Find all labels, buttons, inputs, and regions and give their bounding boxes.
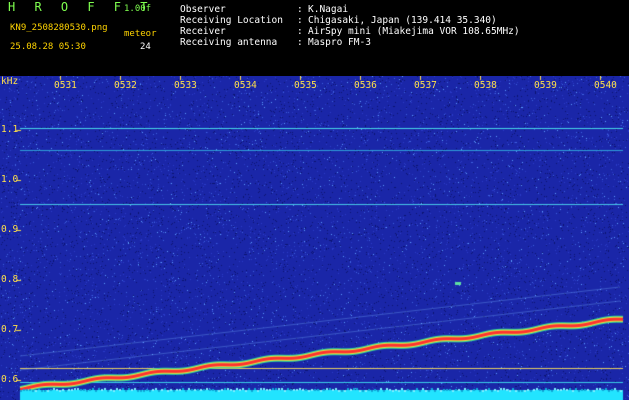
spectrogram-canvas (0, 76, 629, 400)
mode-label: meteor (124, 29, 157, 39)
y-tick-label: 0.6 (1, 374, 19, 385)
info-receiver-value: AirSpy mini (Miakejima VOR 108.65MHz) (308, 26, 520, 37)
y-tick-label: 0.8 (1, 274, 19, 285)
time-tick-label: 0537 (414, 80, 437, 91)
y-tick-label: 1.1 (1, 124, 19, 135)
time-tick-label: 0536 (354, 80, 377, 91)
file-name: KN9_2508280530.png (10, 23, 108, 33)
mode-value: 24 (140, 42, 151, 52)
info-observer-label: Observer (180, 4, 226, 15)
time-tick-label: 0531 (54, 80, 77, 91)
info-colon: : (297, 15, 303, 26)
info-antenna-label: Receiving antenna (180, 37, 278, 48)
info-colon: : (297, 4, 303, 15)
y-tick-label: 1.0 (1, 174, 19, 185)
time-tick-label: 0535 (294, 80, 317, 91)
header-panel: H R O F F T 1.00f KN9_2508280530.png met… (0, 0, 629, 76)
info-colon: : (297, 26, 303, 37)
info-colon: : (297, 37, 303, 48)
info-location-label: Receiving Location (180, 15, 283, 26)
info-antenna-value: Maspro FM-3 (308, 37, 371, 48)
time-tick-label: 0540 (594, 80, 617, 91)
time-tick-label: 0534 (234, 80, 257, 91)
date-time: 25.08.28 05:30 (10, 42, 86, 52)
info-location-value: Chigasaki, Japan (139.414 35.340) (308, 15, 497, 26)
time-tick-label: 0532 (114, 80, 137, 91)
app-version: 1.00f (124, 4, 152, 14)
info-observer-value: K.Nagai (308, 4, 349, 15)
time-tick-label: 0539 (534, 80, 557, 91)
y-axis-unit: kHz (1, 76, 19, 87)
time-tick-label: 0533 (174, 80, 197, 91)
y-tick-label: 0.7 (1, 324, 19, 335)
y-tick-label: 0.9 (1, 224, 19, 235)
time-tick-label: 0538 (474, 80, 497, 91)
info-receiver-label: Receiver (180, 26, 226, 37)
